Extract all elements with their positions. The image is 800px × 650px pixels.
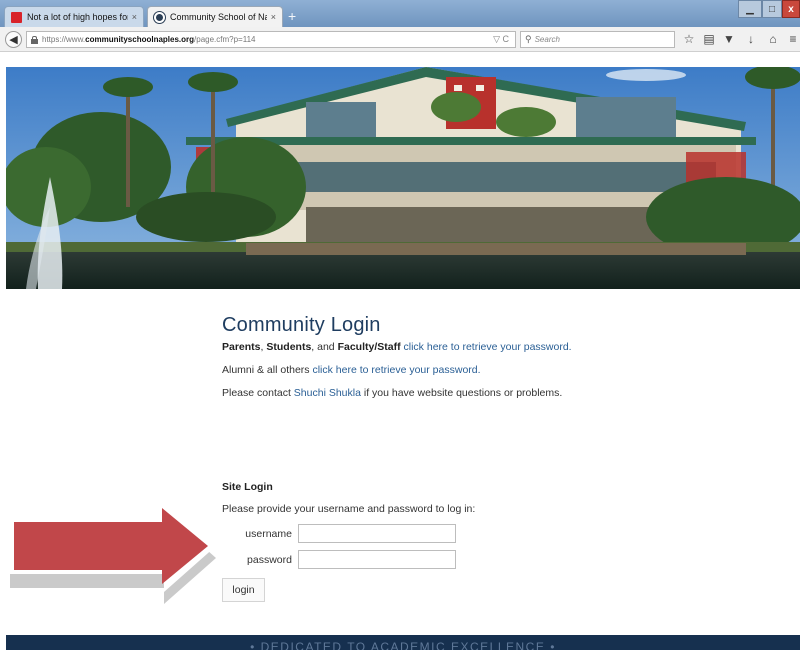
site-login-prompt: Please provide your username and passwor… xyxy=(222,503,476,515)
password-row: password xyxy=(222,550,456,569)
new-tab-button[interactable]: + xyxy=(288,8,296,24)
menu-icon[interactable]: ≡ xyxy=(786,32,800,46)
bookmark-star-icon[interactable]: ☆ xyxy=(682,32,696,46)
alumni-line: Alumni & all others click here to retrie… xyxy=(222,364,782,376)
window-maximize-button[interactable]: □ xyxy=(762,0,782,18)
students-label: Students xyxy=(266,341,312,353)
password-label: password xyxy=(247,553,292,566)
separator-text: , and xyxy=(311,341,338,353)
red-arrow-annotation xyxy=(0,486,230,621)
site-favicon-icon xyxy=(11,11,22,23)
address-bar[interactable]: https://www. communityschoolnaples.org/pa… xyxy=(26,31,516,48)
lock-icon xyxy=(31,35,38,44)
footer-tagline: • DEDICATED TO ACADEMIC EXCELLENCE • xyxy=(250,640,556,650)
url-path: /page.cfm?p=114 xyxy=(194,35,256,44)
search-box[interactable]: ⚲ Search xyxy=(520,31,675,48)
download-icon[interactable]: ↓ xyxy=(744,32,758,46)
campus-hero-image xyxy=(6,67,800,289)
back-button[interactable]: ◀ xyxy=(5,31,22,48)
username-field[interactable] xyxy=(298,524,456,543)
pocket-icon[interactable]: ▼ xyxy=(722,32,736,46)
arrow-icon xyxy=(10,500,216,604)
tab-close-icon[interactable]: × xyxy=(271,12,276,22)
site-login-form: Site Login Please provide your username … xyxy=(222,481,622,602)
username-label: username xyxy=(245,527,292,540)
search-icon: ⚲ xyxy=(525,34,532,44)
home-icon[interactable]: ⌂ xyxy=(766,32,780,46)
footer-bar: • DEDICATED TO ACADEMIC EXCELLENCE • xyxy=(6,635,800,650)
contact-person-link[interactable]: Shuchi Shukla xyxy=(294,387,361,399)
page-title: Community Login xyxy=(222,314,381,336)
contact-pre-text: Please contact xyxy=(222,387,294,399)
url-prefix: https://www. xyxy=(42,35,86,44)
window-close-button[interactable]: x xyxy=(782,0,800,18)
browser-tab-1[interactable]: Not a lot of high hopes for ... × xyxy=(4,6,144,27)
faculty-staff-label: Faculty/Staff xyxy=(337,341,401,353)
url-host: communityschoolnaples.org xyxy=(85,35,195,44)
contact-line: Please contact Shuchi Shukla if you have… xyxy=(222,387,782,399)
reload-icon[interactable]: ▽ C xyxy=(493,34,509,45)
tab-title: Not a lot of high hopes for ... xyxy=(27,12,128,22)
retrieve-password-link-alumni[interactable]: click here to retrieve your password. xyxy=(312,364,480,376)
back-arrow-icon: ◀ xyxy=(9,34,18,46)
campus-photo-illustration xyxy=(6,67,800,289)
parents-students-staff-line: Parents, Students, and Faculty/Staff cli… xyxy=(222,341,782,353)
window-minimize-button[interactable]: ▁ xyxy=(738,0,762,18)
browser-tab-2[interactable]: Community School of Nap... × xyxy=(147,6,283,27)
search-placeholder: Search xyxy=(534,35,560,44)
retrieve-password-link-staff[interactable]: click here to retrieve your password. xyxy=(404,341,572,353)
alumni-text: Alumni & all others xyxy=(222,364,313,376)
site-favicon-icon xyxy=(154,11,165,23)
page-top-strip xyxy=(0,52,800,67)
parents-label: Parents xyxy=(222,341,261,353)
password-field[interactable] xyxy=(298,550,456,569)
browser-toolbar: ◀ https://www. communityschoolnaples.org /… xyxy=(0,27,800,52)
site-login-heading: Site Login xyxy=(222,481,273,493)
tab-close-icon[interactable]: × xyxy=(132,12,137,22)
tab-title: Community School of Nap... xyxy=(170,12,267,22)
username-row: username xyxy=(222,524,456,543)
browser-tab-bar: Not a lot of high hopes for ... × Commun… xyxy=(0,0,800,27)
contact-post-text: if you have website questions or problem… xyxy=(360,387,563,399)
reading-list-icon[interactable]: ▤ xyxy=(702,32,716,46)
community-login-section: Community Login Parents, Students, and F… xyxy=(222,314,782,410)
